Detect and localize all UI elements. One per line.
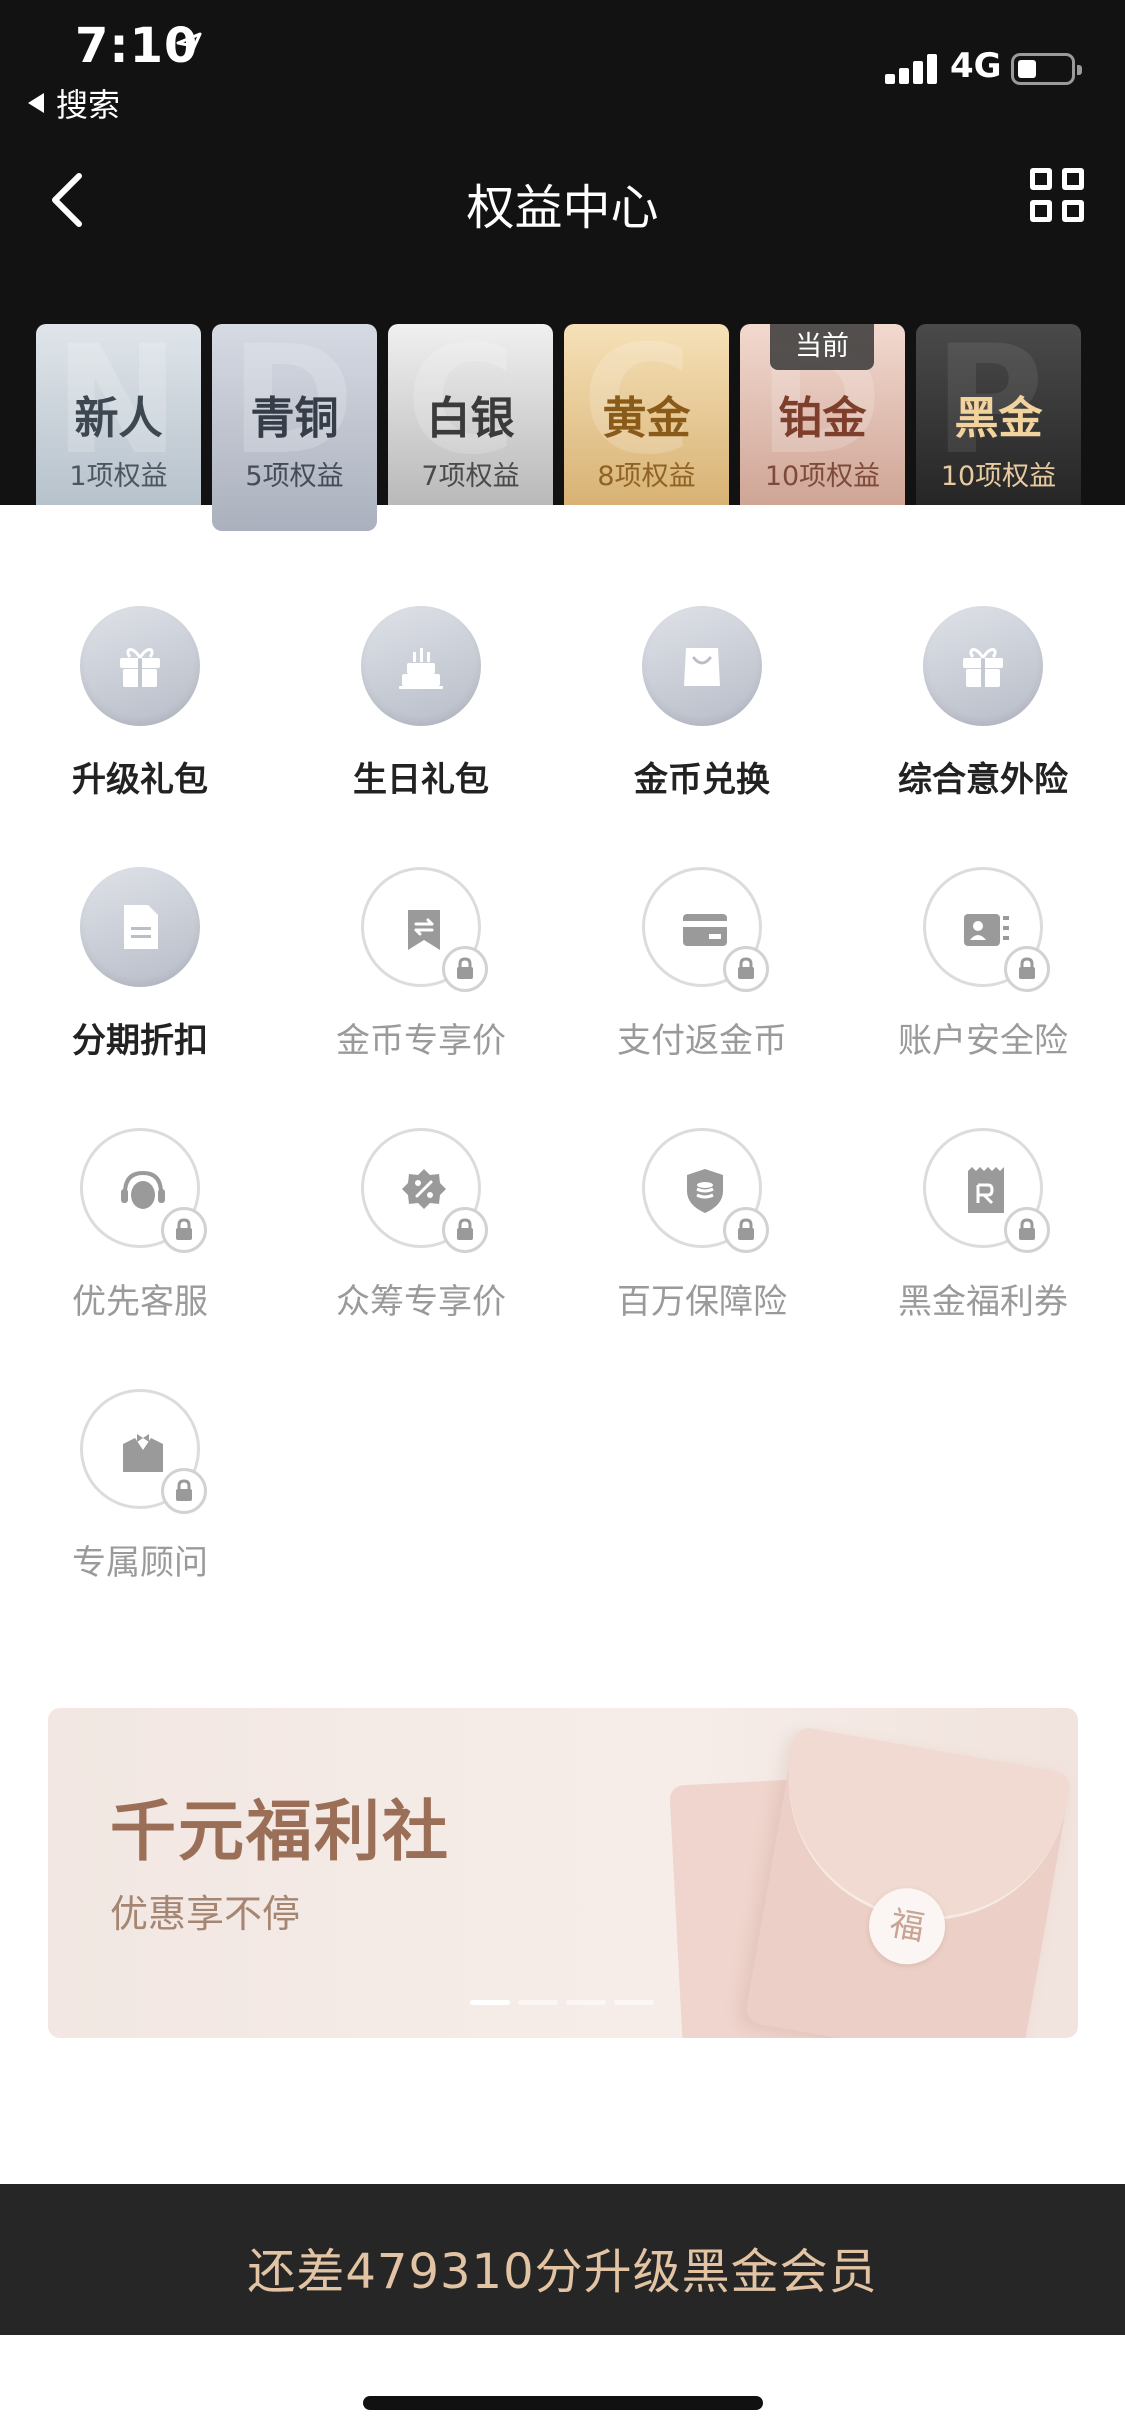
grid-icon[interactable] [1030,168,1086,226]
current-level-badge: 当前 [770,324,874,370]
benefit-icon-circle [642,1128,769,1253]
benefit-coin-exclusive-price[interactable]: 金币专享价 [311,867,531,1062]
lock-icon [442,1207,488,1253]
butler-icon [123,1434,163,1472]
benefit-accident-insurance[interactable]: 综合意外险 [873,606,1093,801]
id-card-icon [964,914,1009,946]
welfare-banner[interactable]: 千元福利社 优惠享不停 福 [48,1708,1078,2038]
benefit-priority-service[interactable]: 优先客服 [30,1128,250,1323]
benefit-million-insurance[interactable]: 百万保障险 [592,1128,812,1323]
upgrade-progress-bar[interactable]: 还差479310分升级黑金会员 [0,2184,1125,2335]
benefit-coin-exchange[interactable]: 金币兑换 [592,606,812,801]
benefit-payment-cashback[interactable]: 支付返金币 [592,867,812,1062]
header-background: 7:10 搜索 4G 权益中心 N 新人 1项权益 D 青铜 5项权益 C 白银… [0,0,1125,531]
card-icon [683,914,727,946]
level-name: 黑金 [954,393,1043,444]
benefit-icon-circle [923,867,1050,992]
benefit-label: 综合意外险 [898,760,1068,800]
level-name: 铂金 [778,393,867,444]
benefit-account-security-insurance[interactable]: 账户安全险 [873,867,1093,1062]
price-tag-icon [408,910,440,950]
benefit-label: 生日礼包 [353,760,489,800]
benefit-icon-circle [80,1389,207,1514]
level-benefit-count: 1项权益 [69,461,168,492]
benefit-label: 优先客服 [72,1282,208,1322]
level-benefit-count: 5项权益 [245,461,344,492]
signal-icon [885,54,941,84]
benefit-icon-circle [80,606,200,726]
home-indicator[interactable] [363,2396,763,2410]
lock-icon [723,1207,769,1253]
benefit-icon-circle [642,606,762,726]
benefit-birthday-gift[interactable]: 生日礼包 [311,606,531,801]
level-name: 白银 [426,393,515,444]
lock-icon [442,946,488,992]
gift-icon [120,648,160,687]
birthday-cake-icon [399,648,443,689]
location-arrow-icon [176,32,202,58]
level-benefit-count: 10项权益 [940,461,1057,492]
banner-subtitle: 优惠享不停 [110,1892,301,1936]
level-tab-platinum[interactable]: 当前 D 铂金 10项权益 [740,324,905,505]
network-type: 4G [950,46,1002,86]
battery-icon [1011,53,1082,85]
coupon-icon [968,1167,1004,1213]
level-tab-black-gold[interactable]: P 黑金 10项权益 [916,324,1081,505]
benefit-label: 专属顾问 [72,1543,208,1583]
level-name: 青铜 [250,393,339,444]
benefit-icon-circle [642,867,769,992]
benefit-label: 黑金福利券 [898,1282,1068,1322]
benefit-label: 百万保障险 [617,1282,787,1322]
benefit-label: 账户安全险 [898,1021,1068,1061]
back-triangle-icon [28,93,44,113]
benefit-icon-circle [923,606,1043,726]
shopping-bag-icon [684,648,720,686]
level-benefit-count: 7项权益 [421,461,520,492]
level-tab-silver[interactable]: C 白银 7项权益 [388,324,553,505]
benefit-upgrade-gift[interactable]: 升级礼包 [30,606,250,801]
level-tab-newbie[interactable]: N 新人 1项权益 [36,324,201,505]
lock-icon [161,1468,207,1514]
benefit-label: 众筹专享价 [336,1282,506,1322]
benefit-label: 分期折扣 [72,1021,208,1061]
lock-icon [161,1207,207,1253]
lock-icon [1004,946,1050,992]
benefit-icon-circle [923,1128,1050,1253]
benefit-label: 支付返金币 [617,1021,787,1061]
level-name: 黄金 [602,393,691,444]
level-name: 新人 [74,393,163,444]
level-tab-gold[interactable]: C 黄金 8项权益 [564,324,729,505]
page-title: 权益中心 [466,180,659,236]
benefit-icon-circle [361,867,488,992]
headset-icon [121,1170,165,1209]
benefit-exclusive-advisor[interactable]: 专属顾问 [30,1389,250,1584]
status-bar: 7:10 搜索 4G [0,0,1125,124]
upgrade-text: 还差479310分升级黑金会员 [247,2244,878,2300]
lock-icon [1004,1207,1050,1253]
benefit-icon-circle [80,867,200,987]
level-benefit-count: 8项权益 [597,461,696,492]
shield-icon [687,1169,723,1213]
banner-title: 千元福利社 [110,1793,450,1870]
benefit-icon-circle [80,1128,207,1253]
app-screen: 7:10 搜索 4G 权益中心 N 新人 1项权益 D 青铜 5项权益 C 白银… [0,0,1125,2436]
discount-badge-icon [402,1169,446,1209]
red-envelope-icon: 福 [744,1725,1072,2038]
back-app-label: 搜索 [56,86,121,124]
benefit-icon-circle [361,1128,488,1253]
carousel-indicator [470,2000,654,2006]
benefit-label: 金币兑换 [634,760,770,800]
benefit-label: 金币专享价 [336,1021,506,1061]
level-tab-bronze[interactable]: D 青铜 5项权益 [212,324,377,531]
gift-icon [963,648,1003,687]
level-benefit-count: 10项权益 [764,461,881,492]
benefit-crowdfunding-price[interactable]: 众筹专享价 [311,1128,531,1323]
back-to-app-link[interactable]: 搜索 [28,80,120,126]
lock-icon [723,946,769,992]
benefit-installment-discount[interactable]: 分期折扣 [30,867,250,1062]
benefit-icon-circle [361,606,481,726]
document-icon [124,905,158,949]
benefit-black-gold-coupon[interactable]: 黑金福利券 [873,1128,1093,1323]
benefit-label: 升级礼包 [72,760,208,800]
